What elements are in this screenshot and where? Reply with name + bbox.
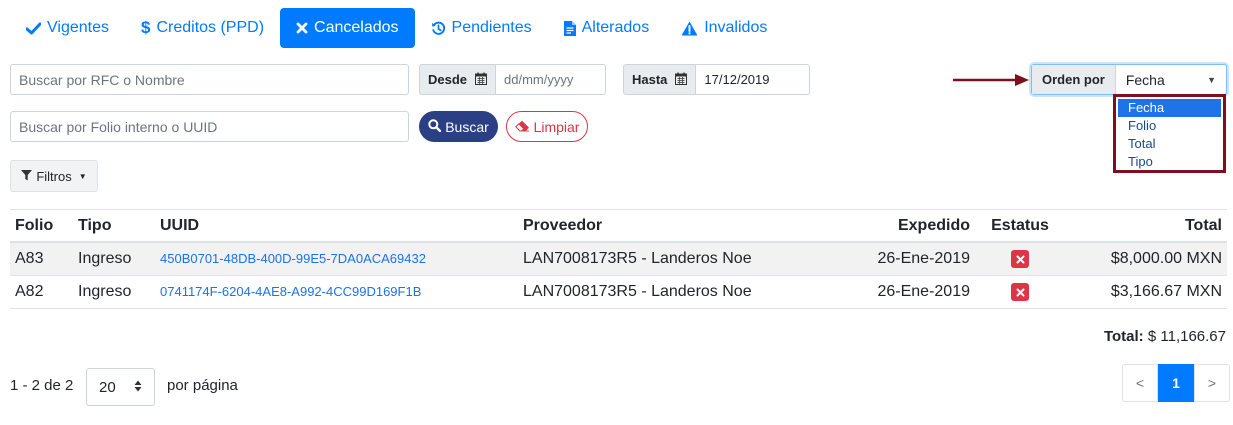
cell-total: $8,000.00 MXN [1110,250,1222,267]
cell-proveedor: LAN7008173R5 - Landeros Noe [523,283,752,300]
table-row: A83 Ingreso 450B0701-48DB-400D-99E5-7DA0… [10,243,1227,276]
cancelados-table: Folio Tipo UUID Proveedor Expedido Estat… [10,209,1227,309]
tab-label: Alterados [581,19,650,36]
rfc-search-input[interactable]: Buscar por RFC o Nombre [10,64,409,95]
status-tabs: Vigentes $ Creditos (PPD) Cancelados Pen… [10,8,783,48]
tab-label: Invalidos [704,19,768,36]
tab-cancelados[interactable]: Cancelados [280,8,415,48]
rfc-search-placeholder: Buscar por RFC o Nombre [19,71,185,88]
hasta-value: 17/12/2019 [704,72,770,87]
cell-proveedor: LAN7008173R5 - Landeros Noe [523,250,752,267]
desde-date-input[interactable]: dd/mm/yyyy [495,64,607,95]
filter-icon [21,169,33,184]
cancelled-status-icon [1011,283,1029,301]
orden-option-tipo[interactable]: Tipo [1118,153,1221,171]
folio-search-input[interactable]: Buscar por Folio interno o UUID [10,111,409,142]
calendar-icon [675,72,688,88]
hasta-label-text: Hasta [632,72,668,87]
header-expedido[interactable]: Expedido [838,217,978,235]
per-page-label: por página [167,377,238,394]
cell-expedido: 26-Ene-2019 [877,250,970,267]
buscar-button[interactable]: Buscar [419,111,498,142]
prev-page-button[interactable]: < [1122,364,1158,402]
cell-tipo: Ingreso [78,250,132,267]
header-tipo[interactable]: Tipo [73,217,155,235]
table-header: Folio Tipo UUID Proveedor Expedido Estat… [10,209,1227,243]
desde-label-text: Desde [428,72,468,87]
tab-pendientes[interactable]: Pendientes [415,8,548,48]
tab-label: Cancelados [314,19,399,36]
cell-expedido: 26-Ene-2019 [877,283,970,300]
header-folio[interactable]: Folio [10,217,73,235]
tab-label: Creditos (PPD) [156,19,265,36]
total-label: Total: [1103,328,1144,345]
page-1-button[interactable]: 1 [1158,364,1194,402]
per-page-select[interactable]: 20 [86,368,155,406]
table-row: A82 Ingreso 0741174F-6204-4AE8-A992-4CC9… [10,276,1227,309]
tab-creditos[interactable]: $ Creditos (PPD) [125,8,280,48]
folio-search-placeholder: Buscar por Folio interno o UUID [19,118,218,135]
cell-total: $3,166.67 MXN [1110,283,1222,300]
desde-placeholder: dd/mm/yyyy [504,72,574,87]
orden-por-label: Orden por [1032,65,1116,94]
tab-label: Pendientes [451,19,532,36]
tab-label: Vigentes [47,19,109,36]
file-icon [563,20,576,36]
tab-vigentes[interactable]: Vigentes [10,8,125,48]
tab-invalidos[interactable]: Invalidos [665,8,783,48]
cell-folio: A83 [15,250,44,267]
pager: < 1 > [1122,364,1230,402]
dollar-icon: $ [140,18,151,37]
hasta-label: Hasta [623,64,696,95]
orden-por-dropdown: Fecha Folio Total Tipo [1113,94,1226,173]
uuid-link[interactable]: 450B0701-48DB-400D-99E5-7DA0ACA69432 [160,251,426,266]
caret-down-icon: ▼ [1207,74,1216,85]
header-total[interactable]: Total [1062,217,1227,235]
cell-folio: A82 [15,283,44,300]
calendar-icon [475,72,488,88]
per-page-value: 20 [99,378,116,396]
orden-selected-value: Fecha [1125,71,1165,88]
times-icon [296,22,308,34]
limpiar-label: Limpiar [533,118,580,135]
orden-por-select[interactable]: Orden por Fecha ▼ [1031,64,1227,95]
cell-tipo: Ingreso [78,283,132,300]
limpiar-button[interactable]: Limpiar [506,111,588,142]
desde-date-group: Desde dd/mm/yyyy [419,64,607,95]
history-icon [431,21,446,36]
filtros-button[interactable]: Filtros ▼ [10,160,98,192]
desde-label: Desde [419,64,496,95]
caret-down-icon: ▼ [78,171,87,181]
total-value: $ 11,166.67 [1147,328,1226,345]
header-proveedor[interactable]: Proveedor [518,217,838,235]
orden-option-folio[interactable]: Folio [1118,117,1221,135]
check-icon [26,22,41,35]
header-uuid[interactable]: UUID [155,217,518,235]
pagination-info: 1 - 2 de 2 [10,377,74,394]
filtros-label: Filtros [36,168,72,184]
orden-option-total[interactable]: Total [1118,135,1221,153]
next-page-button[interactable]: > [1194,364,1230,402]
grand-total: Total: $ 11,166.67 [1104,328,1226,345]
tab-alterados[interactable]: Alterados [548,8,666,48]
search-icon [428,118,442,135]
cancelled-status-icon [1011,250,1029,268]
orden-option-fecha[interactable]: Fecha [1118,99,1221,117]
warning-icon [681,21,698,36]
cell-estatus [978,283,1062,301]
buscar-label: Buscar [445,118,489,135]
cell-estatus [978,250,1062,268]
sort-arrows-icon [134,379,142,396]
annotation-arrow-icon [953,74,1029,86]
header-estatus[interactable]: Estatus [978,217,1062,235]
orden-por-value: Fecha ▼ [1116,65,1226,94]
uuid-link[interactable]: 0741174F-6204-4AE8-A992-4CC99D169F1B [160,284,421,299]
eraser-icon [514,119,530,135]
hasta-date-group: Hasta 17/12/2019 [623,64,811,95]
hasta-date-input[interactable]: 17/12/2019 [695,64,811,95]
